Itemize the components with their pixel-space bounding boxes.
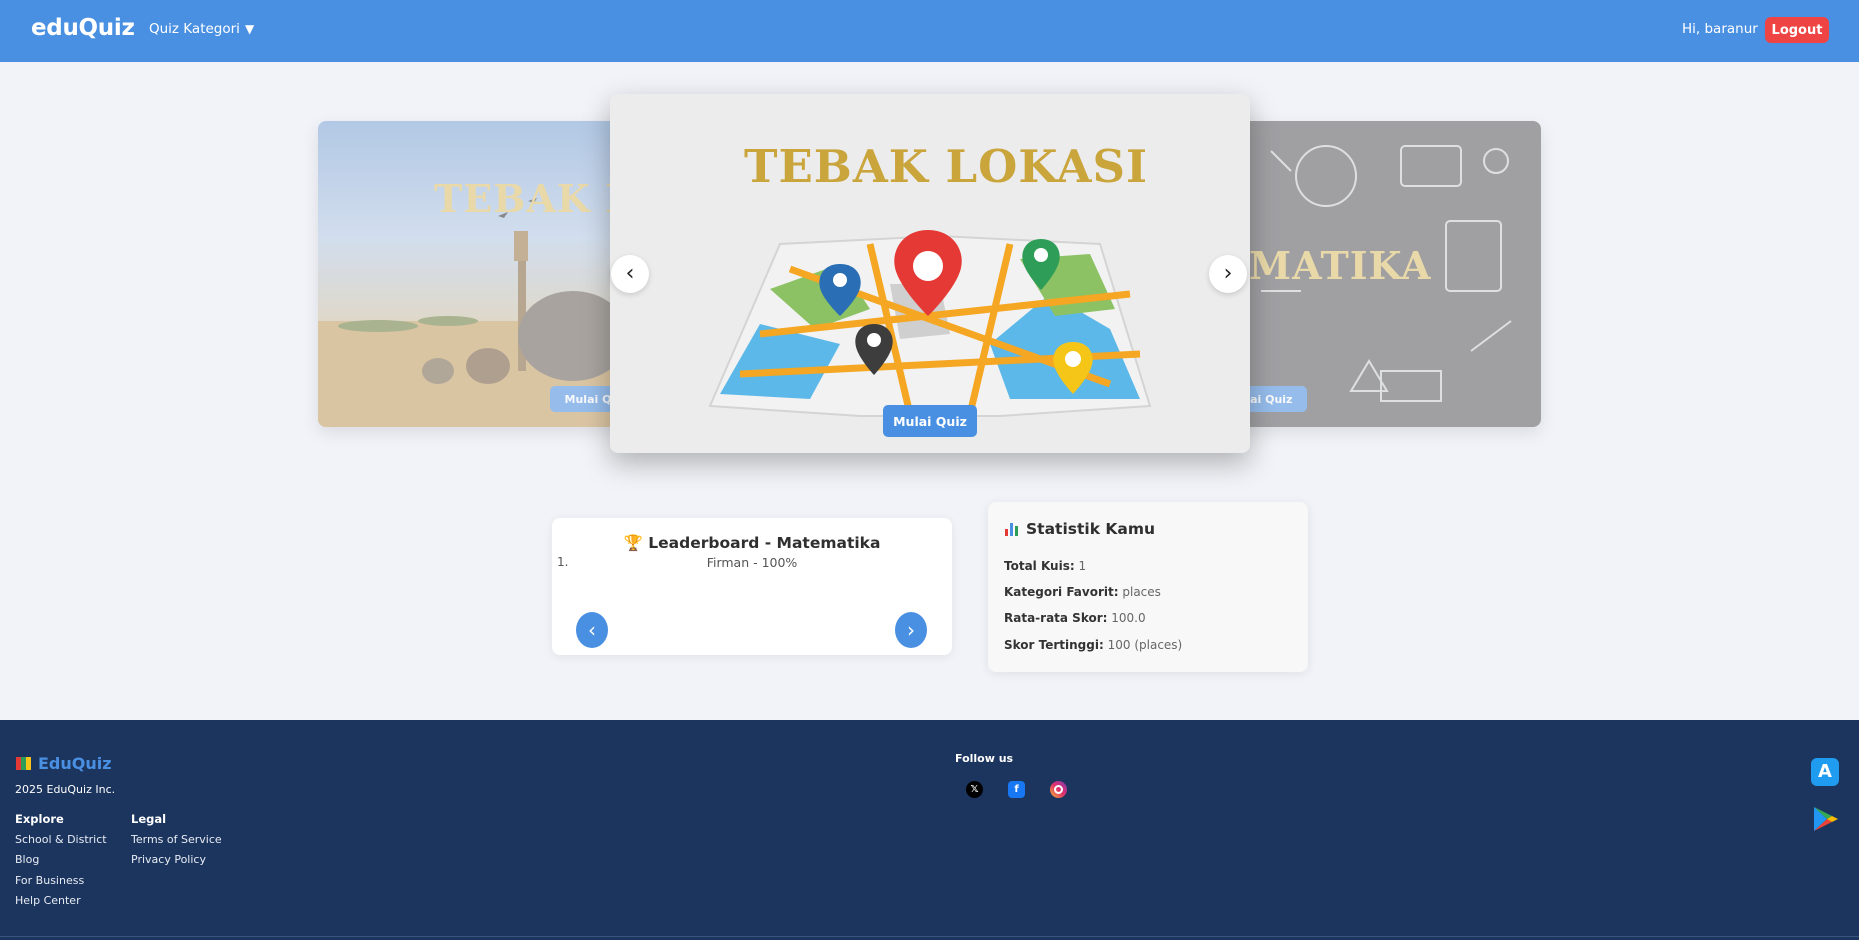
bar-chart-icon — [1004, 522, 1020, 536]
stat-value: 1 — [1078, 559, 1087, 573]
stat-label: Rata-rata Skor: — [1004, 611, 1108, 625]
stat-value: 100.0 — [1111, 611, 1146, 625]
caret-down-icon: ▼ — [244, 22, 255, 36]
stat-highest-score: Skor Tertinggi: 100 (places) — [1004, 638, 1182, 652]
instagram-icon[interactable] — [1050, 781, 1067, 798]
footer-brand[interactable]: EduQuiz — [16, 754, 112, 773]
leaderboard-prev-button[interactable]: ‹ — [576, 612, 608, 648]
facebook-icon[interactable]: f — [1008, 781, 1025, 798]
footer-link-privacy[interactable]: Privacy Policy — [131, 853, 206, 866]
user-greeting: Hi, baranur — [1682, 21, 1758, 37]
quiz-category-dropdown[interactable]: Quiz Kategori ▼ — [149, 21, 254, 37]
slide-title: MATIKA — [1249, 243, 1432, 288]
top-navbar: eduQuiz Quiz Kategori ▼ Hi, baranur Logo… — [0, 0, 1859, 62]
footer-explore-heading: Explore — [15, 812, 64, 826]
follow-us-label: Follow us — [955, 752, 1014, 765]
carousel-slide-location[interactable]: TEBAK LOKASI Mulai Quiz — [610, 94, 1250, 453]
logout-button[interactable]: Logout — [1765, 17, 1829, 43]
footer-link-blog[interactable]: Blog — [15, 853, 39, 866]
carousel-prev-button[interactable]: ‹ — [611, 255, 649, 293]
stat-label: Skor Tertinggi: — [1004, 638, 1104, 652]
footer-legal-heading: Legal — [131, 812, 167, 826]
statistics-title-text: Statistik Kamu — [1026, 520, 1156, 538]
footer-brand-text: EduQuiz — [38, 754, 112, 773]
trophy-icon: 🏆 — [623, 534, 643, 552]
stat-label: Total Kuis: — [1004, 559, 1075, 573]
carousel-next-button[interactable]: › — [1209, 255, 1247, 293]
quiz-category-label: Quiz Kategori — [149, 21, 240, 37]
stat-favorite-category: Kategori Favorit: places — [1004, 585, 1161, 599]
google-play-icon[interactable] — [1811, 805, 1839, 833]
stat-total-quiz: Total Kuis: 1 — [1004, 559, 1086, 573]
statistics-card: Statistik Kamu Total Kuis: 1 Kategori Fa… — [988, 502, 1308, 672]
statistics-title: Statistik Kamu — [1004, 520, 1155, 538]
footer-copyright: 2025 EduQuiz Inc. — [15, 783, 116, 796]
leaderboard-title-text: Leaderboard - Matematika — [648, 534, 881, 552]
stat-value: places — [1122, 585, 1161, 599]
brand-logo[interactable]: eduQuiz — [31, 15, 135, 41]
footer-link-terms[interactable]: Terms of Service — [131, 833, 222, 846]
stat-value: 100 (places) — [1107, 638, 1183, 652]
footer: EduQuiz 2025 EduQuiz Inc. Explore School… — [0, 720, 1859, 940]
start-quiz-button[interactable]: Mulai Quiz — [883, 405, 977, 437]
slide-title: TEBAK H — [434, 176, 630, 221]
footer-divider — [0, 936, 1859, 937]
leaderboard-title: 🏆 Leaderboard - Matematika — [552, 534, 952, 552]
carousel-slide-math[interactable]: MATIKA Mulai Quiz — [1231, 121, 1541, 427]
savanna-animals-illustration — [318, 198, 630, 427]
leaderboard-card: 🏆 Leaderboard - Matematika 1. Firman - 1… — [552, 518, 952, 655]
footer-link-business[interactable]: For Business — [15, 874, 84, 887]
app-store-icon[interactable]: A — [1811, 758, 1839, 786]
books-icon — [16, 756, 32, 771]
leaderboard-entry: Firman - 100% — [706, 555, 798, 570]
map-pins-illustration — [708, 230, 1152, 417]
leaderboard-next-button[interactable]: › — [895, 612, 927, 648]
footer-link-school-district[interactable]: School & District — [15, 833, 107, 846]
footer-link-help-center[interactable]: Help Center — [15, 894, 81, 907]
stat-average-score: Rata-rata Skor: 100.0 — [1004, 611, 1146, 625]
x-twitter-icon[interactable]: 𝕏 — [966, 781, 983, 798]
carousel-slide-animals[interactable]: TEBAK H Mulai Quiz — [318, 121, 630, 427]
stat-label: Kategori Favorit: — [1004, 585, 1119, 599]
